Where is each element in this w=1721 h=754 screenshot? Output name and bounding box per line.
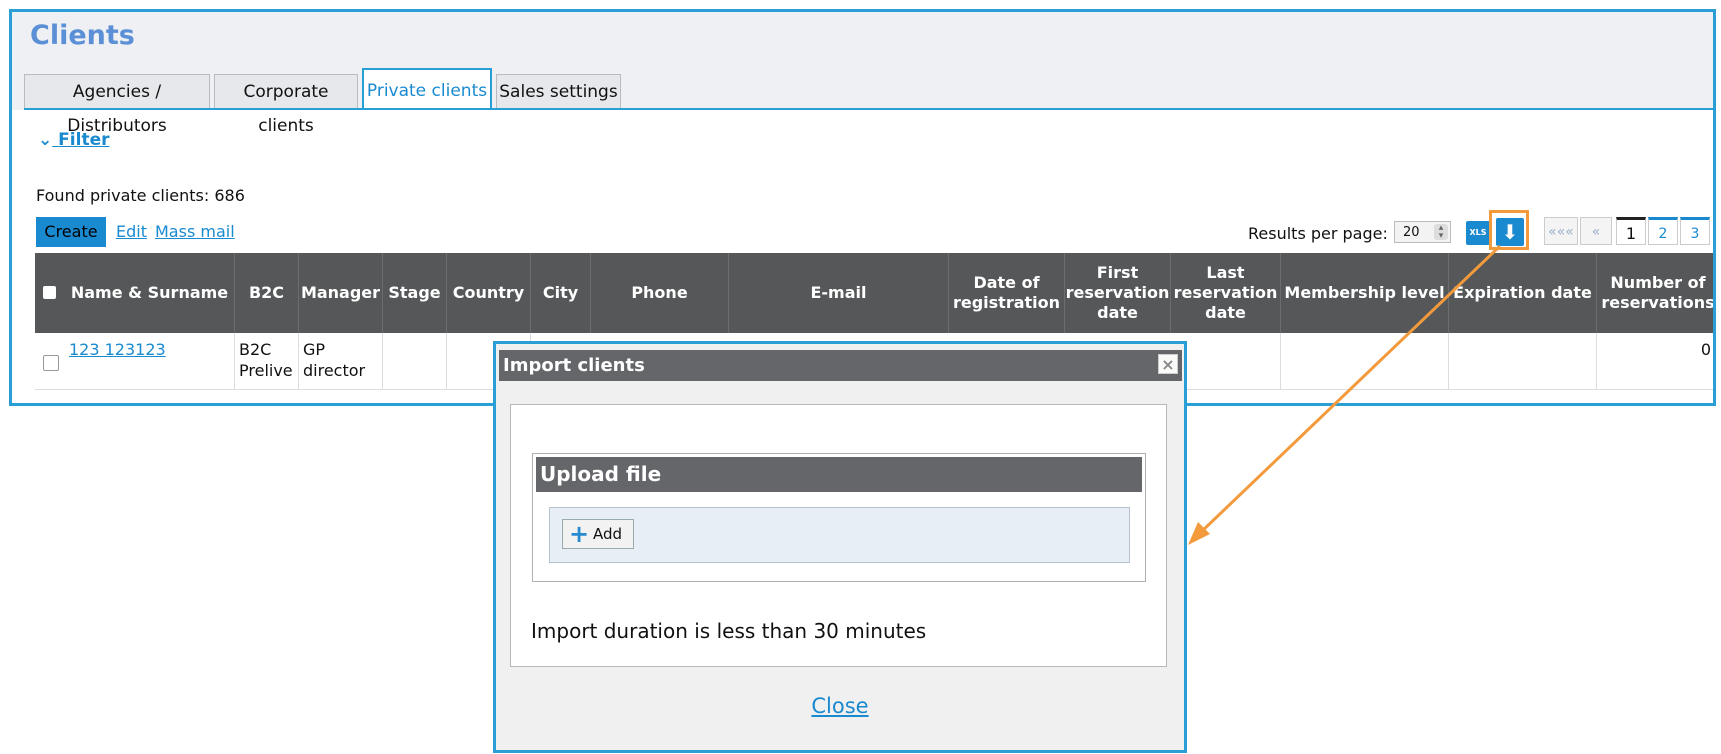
arrow-head [1188, 522, 1210, 545]
stage-cell [383, 333, 447, 389]
results-per-page-label: Results per page: [1248, 224, 1388, 243]
page-title: Clients [30, 20, 135, 51]
column-header[interactable]: Country [447, 253, 531, 333]
pagination-page[interactable]: 2 [1648, 217, 1678, 245]
column-header[interactable]: Last reservation date [1171, 253, 1281, 333]
row-checkbox[interactable] [43, 355, 59, 371]
tab-sales-settings[interactable]: Sales settings [496, 74, 621, 108]
last-reservation-cell [1171, 333, 1281, 389]
expiration-cell [1449, 333, 1597, 389]
column-header[interactable]: First reservation date [1065, 253, 1171, 333]
close-icon[interactable]: × [1158, 354, 1178, 374]
filter-toggle[interactable]: ⌄ Filter [38, 130, 109, 150]
dialog-title-bar: Import clients × [499, 350, 1182, 381]
found-count: Found private clients: 686 [36, 186, 245, 205]
column-header[interactable]: Date of registration [949, 253, 1065, 333]
column-header[interactable]: Number of reservations [1597, 253, 1713, 333]
manager-cell: GP director [299, 333, 383, 389]
column-header[interactable]: City [531, 253, 591, 333]
select-arrows-icon: ▴ ▾ [1434, 224, 1448, 241]
client-name[interactable]: 123 123123 [69, 340, 166, 359]
upload-title: Upload file [536, 457, 1142, 492]
pagination-current: 1 [1616, 217, 1646, 245]
import-clients-dialog: Import clients × Upload file + Add Impor… [493, 341, 1187, 753]
select-all-checkbox[interactable] [43, 286, 56, 299]
edit-link[interactable]: Edit [116, 222, 147, 241]
chevron-down-icon: ⌄ [38, 130, 53, 150]
pagination-first[interactable]: ««« [1544, 217, 1578, 245]
dialog-body: Upload file + Add Import duration is les… [510, 404, 1167, 667]
import-duration-note: Import duration is less than 30 minutes [531, 619, 927, 643]
add-label: Add [593, 525, 623, 543]
column-header[interactable]: Expiration date [1449, 253, 1597, 333]
mass-mail-link[interactable]: Mass mail [155, 222, 235, 241]
tab-corporate-clients[interactable]: Corporate clients [214, 74, 358, 136]
plus-icon: + [569, 520, 590, 548]
column-header[interactable]: Name & Surname [65, 253, 235, 333]
column-header[interactable]: Membership level [1281, 253, 1449, 333]
table-header: Name & Surname B2C Manager Stage Country… [35, 253, 1713, 333]
create-button[interactable]: Create [36, 217, 106, 247]
tab-private-clients[interactable]: Private clients [362, 68, 492, 110]
results-per-page-value: 20 [1403, 225, 1420, 240]
column-header[interactable]: B2C [235, 253, 299, 333]
filter-label: Filter [58, 130, 110, 150]
tab-agencies-distributors[interactable]: Agencies / Distributors [24, 74, 210, 136]
tab-underline [24, 108, 1713, 110]
close-link[interactable]: Close [496, 694, 1184, 718]
pagination-prev[interactable]: « [1580, 217, 1612, 245]
b2c-cell: B2C Prelive [235, 333, 299, 389]
column-header[interactable]: Stage [383, 253, 447, 333]
results-per-page-select[interactable]: 20 ▴ ▾ [1394, 221, 1451, 243]
dialog-title: Import clients [503, 355, 645, 376]
pagination-page[interactable]: 3 [1680, 217, 1710, 245]
upload-panel: Upload file + Add [532, 453, 1146, 582]
download-highlight-box [1489, 210, 1529, 250]
column-header[interactable]: Phone [591, 253, 729, 333]
upload-area: + Add [549, 507, 1130, 563]
column-header[interactable]: Manager [299, 253, 383, 333]
reservations-cell: 0 [1700, 340, 1711, 359]
add-file-button[interactable]: + Add [562, 519, 634, 549]
membership-cell [1281, 333, 1449, 389]
client-name-link[interactable]: 123 123123 [65, 333, 235, 389]
export-xls-icon[interactable]: XLS [1466, 221, 1490, 245]
column-header[interactable]: E-mail [729, 253, 949, 333]
